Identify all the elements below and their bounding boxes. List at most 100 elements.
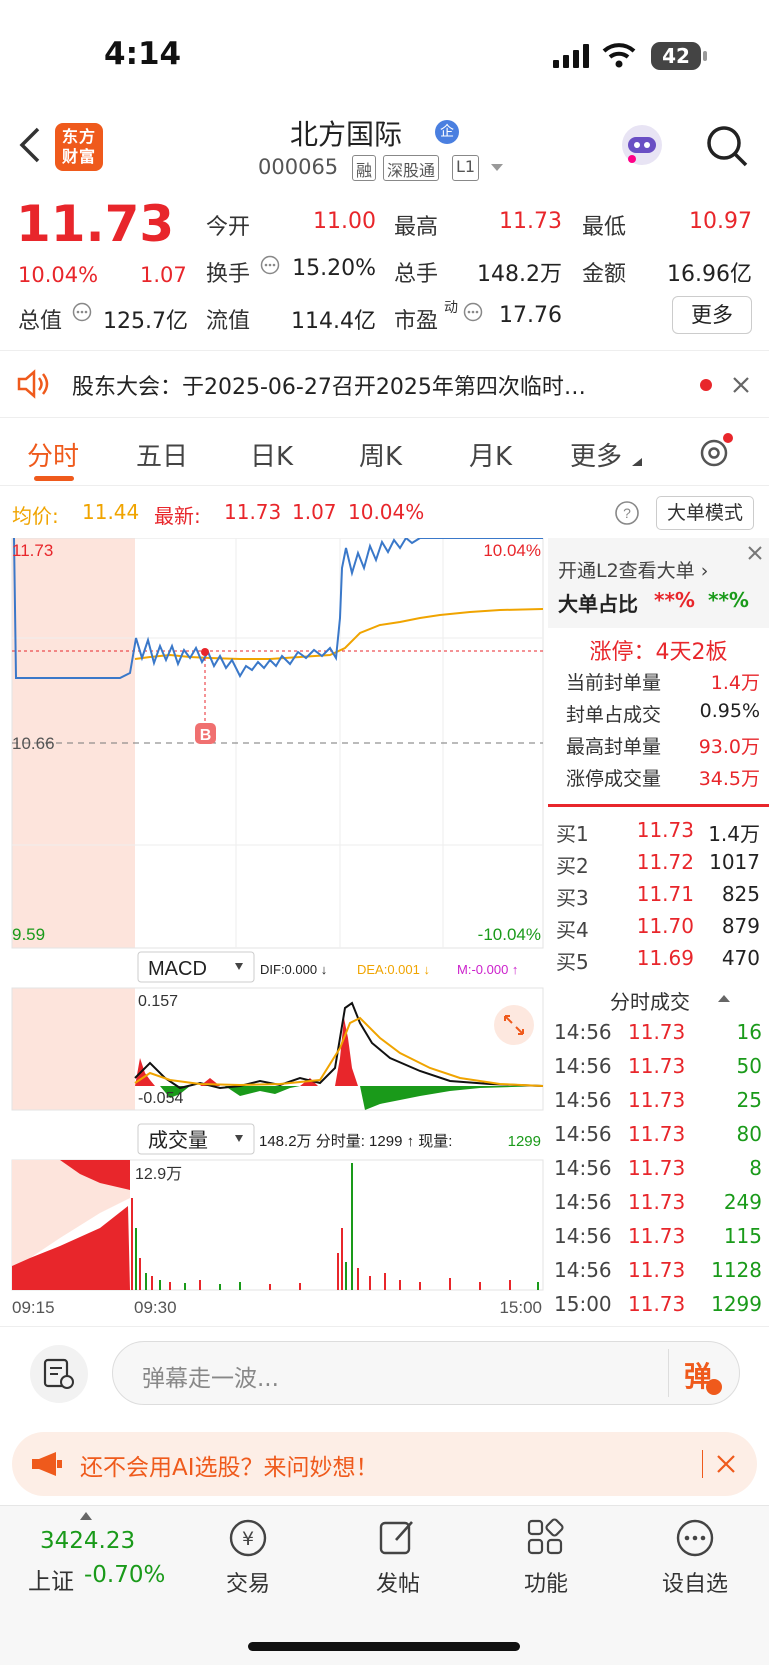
limit-row-value: 34.5万: [698, 768, 760, 790]
divider: [702, 1450, 703, 1478]
macd-axis-top: 0.157: [138, 993, 178, 1010]
tick-price: 11.73: [628, 1156, 686, 1180]
tick-time: 15:00: [554, 1292, 612, 1316]
limit-row-label: 最高封单量: [566, 736, 662, 758]
notice-bar[interactable]: 股东大会：于2025-06-27召开2025年第四次临时…: [0, 350, 769, 418]
tab-active-indicator: [34, 476, 74, 481]
tag-connect: 深股通: [383, 155, 440, 181]
nav-add-watchlist[interactable]: 设自选: [635, 1516, 755, 1598]
limit-row-label: 涨停成交量: [566, 768, 662, 790]
tick-volume: 50: [736, 1054, 762, 1078]
big-order-ratio-sell: **%: [708, 588, 749, 612]
battery-tip: [703, 51, 707, 61]
tick-price: 11.73: [628, 1224, 686, 1248]
bid-price: 11.69: [636, 946, 694, 970]
pe-label: 市盈: [394, 309, 439, 334]
macd-m: M:-0.000 ↑: [457, 962, 518, 977]
buy-point-label: B: [200, 727, 212, 744]
expand-button[interactable]: [494, 1005, 534, 1045]
big-order-ratio-label: 大单占比: [558, 592, 638, 616]
time-label-open: 09:30: [134, 1298, 177, 1317]
svg-text:¥: ¥: [242, 1528, 254, 1550]
tab-daily-k[interactable]: 日K: [250, 436, 293, 473]
bid-volume: 1017: [709, 850, 760, 874]
quote-panel: 11.73 10.04% 1.07 今开 11.00 最高 11.73 最低 1…: [0, 193, 769, 348]
change-percent: 10.04%: [18, 263, 99, 287]
amount-label: 金额: [582, 262, 627, 287]
latest-value: 11.73: [224, 500, 282, 524]
volume-bars: [131, 1163, 539, 1290]
search-icon[interactable]: [704, 123, 750, 169]
bid-price: 11.73: [636, 818, 694, 842]
nav-post[interactable]: 发帖: [338, 1516, 458, 1598]
ai-promo-bar[interactable]: 还不会用AI选股？来问妙想！: [12, 1432, 757, 1496]
speaker-icon: [17, 369, 49, 399]
caret-down-icon[interactable]: [490, 163, 504, 173]
volume-label: 总手: [394, 262, 439, 287]
tab-five-day[interactable]: 五日: [136, 436, 188, 473]
bid-price: 11.70: [636, 914, 694, 938]
robot-assistant-icon[interactable]: [618, 121, 666, 169]
latest-pct: 10.04%: [348, 500, 425, 524]
tick-volume: 1299: [711, 1292, 762, 1316]
tick-volume: 8: [749, 1156, 762, 1180]
close-icon[interactable]: [732, 376, 750, 394]
more-info-icon[interactable]: [463, 302, 483, 322]
tab-monthly-k[interactable]: 月K: [469, 436, 512, 473]
turnover-label: 换手: [206, 262, 251, 287]
app-logo[interactable]: 东方财富: [55, 123, 103, 171]
trade-yen-icon: ¥: [229, 1519, 267, 1557]
volume-info: 148.2万 分时量: 1299 ↑ 现量:: [259, 1133, 452, 1150]
more-info-icon[interactable]: [72, 302, 92, 322]
tick-time: 14:56: [554, 1156, 612, 1180]
ticks-title[interactable]: 分时成交: [610, 986, 690, 1015]
divider: [668, 1349, 669, 1397]
current-price: 11.73: [16, 195, 175, 253]
axis-label-mid: 10.66: [12, 734, 55, 753]
l2-link[interactable]: 开通L2查看大单 ›: [558, 556, 708, 583]
back-icon[interactable]: [18, 125, 42, 165]
close-icon[interactable]: [746, 544, 764, 562]
float-cap-value: 114.4亿: [291, 309, 376, 334]
nav-add-watchlist-label: 设自选: [661, 1572, 728, 1597]
nav-trade-label: 交易: [225, 1572, 270, 1597]
tick-volume: 115: [723, 1224, 762, 1248]
help-icon[interactable]: ?: [614, 500, 640, 526]
tab-more[interactable]: 更多: [570, 436, 622, 473]
volume-selector-label: 成交量: [148, 1129, 208, 1152]
home-indicator: [248, 1642, 520, 1651]
time-label-close: 15:00: [499, 1298, 542, 1317]
tick-time: 14:56: [554, 1190, 612, 1214]
stock-code: 000065: [258, 155, 339, 179]
big-order-mode-button[interactable]: 大单模式: [656, 496, 754, 530]
status-bar: 4:14 42: [0, 0, 769, 105]
index-value[interactable]: 3424.23: [40, 1528, 135, 1554]
settings-gear-icon[interactable]: [696, 432, 736, 472]
index-name[interactable]: 上证: [28, 1562, 74, 1596]
stock-header: 东方财富 北方国际 企 000065 融 深股通 L1: [0, 105, 769, 193]
limit-divider: [548, 804, 769, 807]
tag-level: L1: [452, 155, 480, 181]
caret-up-icon[interactable]: [718, 994, 730, 1002]
intraday-chart[interactable]: B 11.73 10.66 9.59 10.04% -10.04% MACD D…: [0, 536, 548, 1323]
tick-volume: 1128: [711, 1258, 762, 1282]
tick-price: 11.73: [628, 1122, 686, 1146]
close-icon[interactable]: [716, 1454, 736, 1474]
wifi-icon: [602, 43, 636, 68]
nav-trade[interactable]: ¥ 交易: [188, 1516, 308, 1598]
market-cap-value: 125.7亿: [103, 309, 188, 334]
order-book-panel: 开通L2查看大单 › 大单占比 **% **% 涨停：4天2板 当前封单量 1.…: [548, 538, 769, 1323]
danmu-placeholder: 弹幕走一波...: [142, 1366, 279, 1392]
nav-functions-label: 功能: [523, 1572, 568, 1597]
more-info-icon[interactable]: [260, 255, 280, 275]
tab-weekly-k[interactable]: 周K: [359, 436, 402, 473]
index-pct[interactable]: -0.70%: [84, 1562, 165, 1588]
bid-label: 买5: [556, 950, 589, 974]
tab-intraday[interactable]: 分时: [27, 436, 79, 473]
signal-icon: [553, 44, 589, 68]
limit-row-value: 0.95%: [699, 700, 760, 722]
bid-label: 买3: [556, 886, 589, 910]
more-button[interactable]: 更多: [672, 296, 752, 334]
tick-time: 14:56: [554, 1020, 612, 1044]
nav-functions[interactable]: 功能: [486, 1516, 606, 1598]
